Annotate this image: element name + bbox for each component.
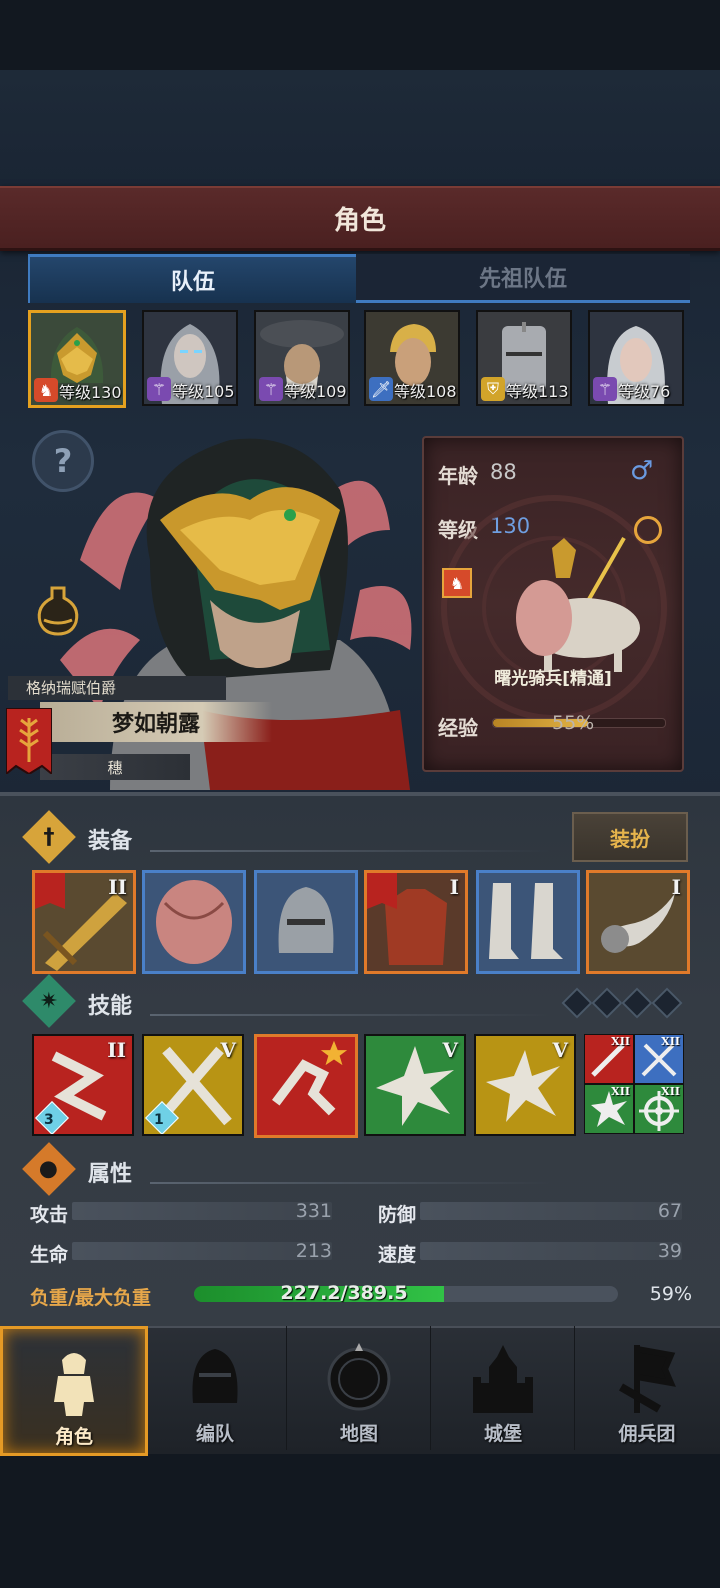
tier-label: XII [661,1035,680,1048]
load-label: 负重/最大负重 [30,1287,151,1309]
nav-label: 地图 [339,1423,378,1445]
load-percent: 59% [649,1283,692,1305]
load-value: 227.2/389.5 [280,1282,408,1304]
speed-value: 39 [657,1240,682,1262]
help-button[interactable]: ? [32,430,94,492]
roster-level: 等级76 [618,382,671,401]
passive-skill-4[interactable]: XII [634,1084,684,1134]
skill-slot-1[interactable]: II 3 [32,1034,134,1136]
nav-label: 佣兵团 [618,1423,676,1445]
nav-label: 编队 [195,1423,234,1445]
sword-icon: 🗡 [369,377,393,401]
cavalry-icon: ♞ [442,568,472,598]
shield-icon: ⛨ [481,377,505,401]
exp-label: 经验 [438,716,478,740]
equip-slot-boots[interactable] [476,870,580,974]
tier-label: II [107,1038,126,1062]
attack-label: 攻击 [30,1204,69,1226]
nav-mercenary[interactable]: 佣兵团 [576,1326,718,1450]
equip-slot-weapon[interactable]: II [32,870,136,974]
helmet-icon [278,887,334,953]
tab-team[interactable]: 队伍 [28,254,358,303]
equip-slot-armor[interactable]: I [364,870,468,974]
nav-label: 角色 [54,1426,93,1448]
charge-skill-icon [272,1040,348,1116]
tier-label: XII [611,1085,630,1098]
mage-staff-icon: ⚚ [259,377,283,401]
equipment-title: 装备 [88,829,133,854]
mage-staff-icon: ⚚ [593,377,617,401]
roster-hero-5[interactable]: ⛨ 等级113 [476,310,572,406]
hero-info-panel: 年龄 88 ♂ 等级 130 ♞ 曙光骑兵[精通] 经验 55% [422,436,684,772]
exp-percent: 55% [552,712,595,734]
defense-value: 67 [657,1200,682,1222]
tier-label: V [220,1038,236,1062]
gem-count: 1 [154,1112,164,1128]
unit-name: 曙光骑兵[精通] [494,669,612,689]
equip-slot-helmet[interactable] [254,870,358,974]
section-divider [150,1014,550,1016]
page-title: 角色 [0,186,720,251]
tier-label: XII [661,1085,680,1098]
passive-skill-3[interactable]: XII [584,1084,634,1134]
roster-level: 等级108 [394,382,457,401]
horseshoe-icon [634,516,662,544]
passive-skill-1[interactable]: XII [584,1034,634,1084]
roster-level: 等级105 [172,382,235,401]
tier-label: I [671,875,681,899]
equip-slot-horn[interactable]: I [586,870,690,974]
section-divider [150,1182,550,1184]
tier-label: V [442,1038,458,1062]
tier-label: I [449,875,459,899]
hero-title: 格纳瑞赋伯爵 [8,676,226,700]
nav-character[interactable]: 角色 [0,1326,148,1456]
tier-label: V [552,1038,568,1062]
potion-icon[interactable] [28,580,88,640]
equip-slot-shield[interactable] [142,870,246,974]
roster-level: 等级130 [59,383,122,402]
cavalry-icon: ♞ [34,378,58,402]
skill-slot-4[interactable]: V [364,1034,466,1136]
hp-value: 213 [295,1240,332,1262]
speed-label: 速度 [378,1244,417,1266]
roster-hero-6[interactable]: ⚚ 等级76 [588,310,684,406]
attributes-title: 属性 [88,1162,133,1187]
nav-label: 城堡 [483,1423,522,1445]
hp-label: 生命 [30,1244,69,1266]
shield-icon [156,880,232,964]
mercenary-banner-icon [618,1345,676,1413]
boots-icon [489,883,563,959]
tab-ancestor-team[interactable]: 先祖队伍 [356,254,690,303]
hero-sub-label: 穗 [40,754,190,780]
roster-hero-3[interactable]: ⚚ 等级109 [254,310,350,406]
knight-icon [54,1353,94,1416]
roster-level: 等级109 [284,382,347,401]
castle-icon [473,1345,533,1413]
roster-level: 等级113 [506,382,569,401]
defense-label: 防御 [378,1204,417,1226]
nav-formation[interactable]: 编队 [144,1326,287,1450]
roster-hero-1[interactable]: ♞ 等级130 [28,310,126,408]
helmet-icon [192,1349,238,1403]
mage-staff-icon: ⚚ [147,377,171,401]
heraldry-banner-icon [6,708,52,774]
skill-slot-2[interactable]: V 1 [142,1034,244,1136]
tier-label: XII [611,1035,630,1048]
hero-name: 梦如朝露 [40,702,272,742]
nav-castle[interactable]: 城堡 [432,1326,575,1450]
skill-slot-5[interactable]: V [474,1034,576,1136]
skills-title: 技能 [88,994,133,1019]
compass-map-icon [327,1343,391,1411]
dress-up-button[interactable]: 装扮 [572,812,688,862]
attack-value: 331 [295,1200,332,1222]
tier-label: II [108,875,127,899]
roster-hero-2[interactable]: ⚚ 等级105 [142,310,238,406]
nav-map[interactable]: 地图 [288,1326,431,1450]
section-divider [150,850,550,852]
passive-skill-2[interactable]: XII [634,1034,684,1084]
skill-slot-3[interactable] [254,1034,358,1138]
roster-hero-4[interactable]: 🗡 等级108 [364,310,460,406]
gem-count: 3 [44,1112,54,1128]
